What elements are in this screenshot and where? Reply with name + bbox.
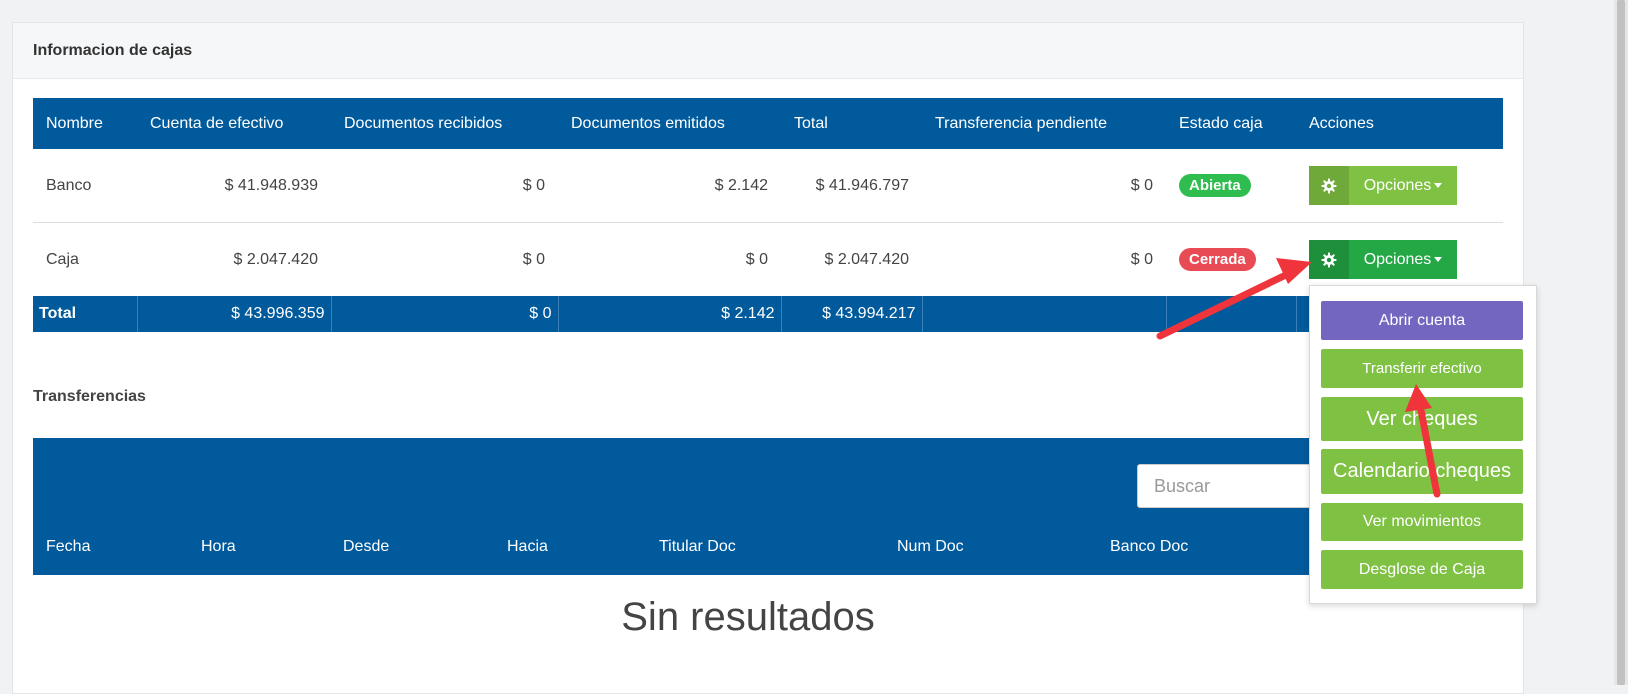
opciones-button-active[interactable]: Opciones bbox=[1309, 240, 1457, 279]
empty-results: Sin resultados bbox=[621, 595, 875, 639]
col-titular-doc: Titular Doc bbox=[659, 538, 736, 555]
cell-estado: Cerrada bbox=[1166, 223, 1296, 297]
opciones-label: Opciones bbox=[1349, 240, 1457, 279]
menu-item-ver-movimientos[interactable]: Ver movimientos bbox=[1321, 503, 1523, 541]
total-doc-emitidos: $ 2.142 bbox=[558, 296, 782, 332]
cell-total: $ 2.047.420 bbox=[824, 250, 909, 268]
total-empty bbox=[1166, 296, 1297, 332]
search-input[interactable] bbox=[1137, 464, 1337, 508]
cajas-panel: Informacion de cajas Nombre Cuenta de ef… bbox=[12, 22, 1524, 694]
menu-item-desglose-caja[interactable]: Desglose de Caja bbox=[1321, 550, 1523, 589]
menu-item-abrir-cuenta[interactable]: Abrir cuenta bbox=[1321, 301, 1523, 340]
opciones-dropdown-menu: Abrir cuenta Transferir efectivo Ver che… bbox=[1309, 285, 1537, 604]
total-label: Total bbox=[33, 296, 138, 332]
table-row: Caja $ 2.047.420 $ 0 $ 0 $ 2.047.420 $ 0… bbox=[33, 223, 1503, 297]
menu-item-calendario-cheques[interactable]: Calendario cheques bbox=[1321, 449, 1523, 494]
col-desde: Desde bbox=[343, 538, 390, 555]
col-banco-doc: Banco Doc bbox=[1110, 538, 1189, 555]
col-num-doc: Num Doc bbox=[897, 538, 964, 555]
status-badge: Cerrada bbox=[1179, 248, 1256, 271]
total-empty bbox=[922, 296, 1167, 332]
caret-down-icon bbox=[1434, 257, 1443, 262]
transferencias-title: Transferencias bbox=[33, 388, 146, 405]
col-fecha: Fecha bbox=[46, 538, 91, 555]
menu-item-transferir-efectivo[interactable]: Transferir efectivo bbox=[1321, 349, 1523, 388]
menu-item-ver-cheques[interactable]: Ver cheques bbox=[1321, 397, 1523, 441]
cajas-table: Nombre Cuenta de efectivo Documentos rec… bbox=[33, 98, 1503, 332]
col-cuenta-efectivo: Cuenta de efectivo bbox=[137, 98, 331, 149]
cell-cuenta-efectivo: $ 41.948.939 bbox=[137, 149, 331, 223]
cell-doc-recibidos: $ 0 bbox=[522, 250, 545, 268]
col-doc-emitidos: Documentos emitidos bbox=[558, 98, 781, 149]
cell-nombre: Caja bbox=[46, 250, 79, 268]
cajas-header-row: Nombre Cuenta de efectivo Documentos rec… bbox=[33, 98, 1503, 149]
total-doc-recibidos: $ 0 bbox=[331, 296, 559, 332]
col-doc-recibidos: Documentos recibidos bbox=[331, 98, 558, 149]
status-badge: Abierta bbox=[1179, 174, 1251, 197]
cajas-table-wrap: Nombre Cuenta de efectivo Documentos rec… bbox=[33, 98, 1503, 332]
total-cuenta-efectivo: $ 43.996.359 bbox=[137, 296, 332, 332]
cell-doc-emitidos: $ 0 bbox=[745, 250, 768, 268]
col-estado-caja: Estado caja bbox=[1166, 98, 1296, 149]
col-hacia: Hacia bbox=[507, 538, 548, 555]
total-total: $ 43.994.217 bbox=[781, 296, 923, 332]
page-scrollbar[interactable] bbox=[1614, 0, 1628, 685]
cell-estado: Abierta bbox=[1166, 149, 1296, 223]
cell-nombre: Banco bbox=[33, 149, 137, 223]
col-transf-pendiente: Transferencia pendiente bbox=[922, 98, 1166, 149]
col-acciones: Acciones bbox=[1296, 98, 1503, 149]
gear-icon bbox=[1309, 166, 1349, 205]
cell-acciones: Opciones bbox=[1296, 149, 1503, 223]
cell-transf-pendiente: $ 0 bbox=[922, 149, 1166, 223]
cell-doc-recibidos: $ 0 bbox=[331, 149, 558, 223]
col-hora: Hora bbox=[201, 538, 236, 555]
cajas-total-row: Total $ 43.996.359 $ 0 $ 2.142 $ 43.994.… bbox=[33, 296, 1503, 332]
col-nombre: Nombre bbox=[33, 98, 137, 149]
opciones-button[interactable]: Opciones bbox=[1309, 166, 1457, 205]
gear-icon bbox=[1309, 240, 1349, 279]
transferencias-columns: Fecha Hora Desde Hacia Titular Doc Num D… bbox=[33, 538, 1503, 562]
cell-transf-pendiente: $ 0 bbox=[1130, 250, 1153, 268]
cell-doc-emitidos: $ 2.142 bbox=[558, 149, 781, 223]
transferencias-header: Fecha Hora Desde Hacia Titular Doc Num D… bbox=[33, 438, 1503, 575]
caret-down-icon bbox=[1434, 183, 1443, 188]
panel-title: Informacion de cajas bbox=[13, 23, 1523, 79]
table-row: Banco $ 41.948.939 $ 0 $ 2.142 $ 41.946.… bbox=[33, 149, 1503, 223]
col-total: Total bbox=[781, 98, 922, 149]
cell-cuenta-efectivo: $ 2.047.420 bbox=[233, 250, 318, 268]
opciones-label: Opciones bbox=[1349, 166, 1457, 205]
cell-total: $ 41.946.797 bbox=[781, 149, 922, 223]
scrollbar-thumb[interactable] bbox=[1617, 0, 1625, 685]
